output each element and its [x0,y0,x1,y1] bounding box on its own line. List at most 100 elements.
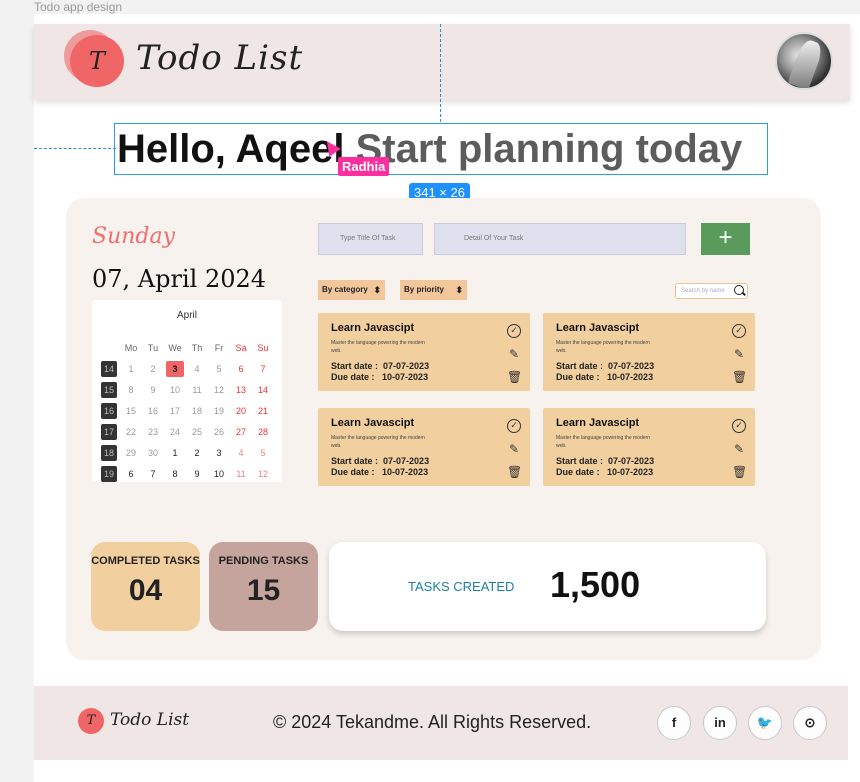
edit-icon[interactable]: ✎ [732,442,746,456]
calendar-week-number: 19 [101,466,117,482]
user-avatar[interactable] [775,32,833,90]
calendar-day[interactable]: 21 [252,403,274,419]
calendar-day[interactable]: 12 [252,466,274,482]
calendar-day[interactable]: 5 [252,445,274,461]
footer-logo-text[interactable]: Todo List [110,710,189,730]
calendar-day[interactable]: 25 [186,424,208,440]
greeting-heading[interactable]: Hello, Aqeel Start planning today [114,123,768,175]
calendar-day[interactable]: 16 [142,403,164,419]
search-icon[interactable] [734,285,744,295]
search-placeholder: Search by name [681,288,725,294]
start-date-label: Start date : [556,456,604,466]
calendar-day[interactable]: 27 [230,424,252,440]
due-date: 10-07-2023 [382,467,429,477]
calendar-day[interactable]: 17 [164,403,186,419]
footer-logo-icon[interactable]: T [78,708,104,734]
complete-icon[interactable]: ✓ [732,324,746,338]
calendar-day[interactable]: 3 [166,361,184,377]
calendar-day[interactable]: 23 [142,424,164,440]
calendar-day[interactable]: 28 [252,424,274,440]
calendar-weekday-header: Tu [147,343,159,353]
calendar-day[interactable]: 2 [186,445,208,461]
calendar-day[interactable]: 8 [120,382,142,398]
calendar-day[interactable]: 30 [142,445,164,461]
calendar-day[interactable]: 2 [142,361,164,377]
delete-icon[interactable]: 🗑 [732,465,747,479]
task-dates: Start date : 07-07-2023 Due date : 10-07-… [556,456,654,478]
logo-text[interactable]: Todo List [136,38,303,78]
task-detail-input[interactable]: Detail Of Your Task [434,223,686,255]
calendar-day[interactable]: 1 [120,361,142,377]
start-date-label: Start date : [331,361,379,371]
category-filter[interactable]: By category ⬍ [318,280,385,300]
calendar-day[interactable]: 9 [186,466,208,482]
calendar-day[interactable]: 8 [164,466,186,482]
twitter-icon[interactable]: 🐦 [748,706,782,740]
calendar-day[interactable]: 26 [208,424,230,440]
calendar-day[interactable]: 5 [208,361,230,377]
completed-label: COMPLETED TASKS [91,555,200,567]
delete-icon[interactable]: 🗑 [507,370,522,384]
delete-icon[interactable]: 🗑 [507,465,522,479]
calendar-day[interactable]: 4 [186,361,208,377]
start-date: 07-07-2023 [383,361,430,371]
calendar-weekday-header: Th [191,343,203,353]
pending-count: 15 [246,574,281,607]
calendar-week-number: 14 [101,361,117,377]
github-icon[interactable]: ⊙ [793,706,827,740]
delete-icon[interactable]: 🗑 [732,370,747,384]
calendar-day[interactable]: 4 [230,445,252,461]
calendar-day[interactable]: 6 [230,361,252,377]
add-task-button[interactable]: + [701,223,750,255]
task-dates: Start date : 07-07-2023 Due date : 10-07-… [331,361,429,383]
collaborator-tag: Radhia [338,157,390,176]
completed-count: 04 [128,574,163,607]
calendar-day[interactable]: 7 [142,466,164,482]
start-date-label: Start date : [331,456,379,466]
start-date: 07-07-2023 [608,361,655,371]
edit-icon[interactable]: ✎ [507,347,521,361]
frame-label: Todo app design [34,0,123,14]
calendar-day[interactable]: 7 [252,361,274,377]
calendar-day[interactable]: 13 [230,382,252,398]
search-input[interactable]: Search by name [675,283,748,299]
calendar-day[interactable]: 10 [164,382,186,398]
task-description: Master the language powering the modern … [556,435,650,449]
calendar-day[interactable]: 10 [208,466,230,482]
calendar-day[interactable]: 11 [186,382,208,398]
calendar-day[interactable]: 1 [164,445,186,461]
logo-icon[interactable]: T [70,35,124,87]
calendar-day[interactable]: 22 [120,424,142,440]
calendar-day[interactable]: 19 [208,403,230,419]
calendar-day[interactable]: 24 [164,424,186,440]
calendar-day[interactable]: 12 [208,382,230,398]
priority-filter[interactable]: By priority ⬍ [400,280,467,300]
complete-icon[interactable]: ✓ [507,324,521,338]
calendar-day[interactable]: 18 [186,403,208,419]
calendar-day[interactable]: 14 [252,382,274,398]
task-card: Learn Javascipt Master the language power… [318,408,530,486]
due-date-label: Due date : [556,467,600,477]
facebook-icon[interactable]: f [657,706,691,740]
complete-icon[interactable]: ✓ [507,419,521,433]
calendar-day[interactable]: 15 [120,403,142,419]
calendar-day[interactable]: 6 [120,466,142,482]
calendar-day[interactable]: 9 [142,382,164,398]
task-title-input[interactable]: Type Title Of Task [318,223,423,255]
calendar-weekday-header: Mo [124,343,138,353]
edit-icon[interactable]: ✎ [732,347,746,361]
calendar-day[interactable]: 11 [230,466,252,482]
calendar-day[interactable]: 20 [230,403,252,419]
tasks-created-card: TASKS CREATED 1,500 [329,542,766,631]
complete-icon[interactable]: ✓ [732,419,746,433]
calendar-weekday-header: Su [257,343,269,353]
calendar-day[interactable]: 29 [120,445,142,461]
calendar: April Mo Tu We Th Fr Sa Su 14 1 2 3 4 5 6 7 15 8 9 10 11 12 1… [92,300,282,482]
calendar-weekday-header: We [168,343,182,353]
calendar-month: April [176,310,197,321]
calendar-week-number: 18 [101,445,117,461]
linkedin-icon[interactable]: in [703,706,737,740]
guide-line-vertical [440,24,441,122]
calendar-day[interactable]: 3 [208,445,230,461]
edit-icon[interactable]: ✎ [507,442,521,456]
